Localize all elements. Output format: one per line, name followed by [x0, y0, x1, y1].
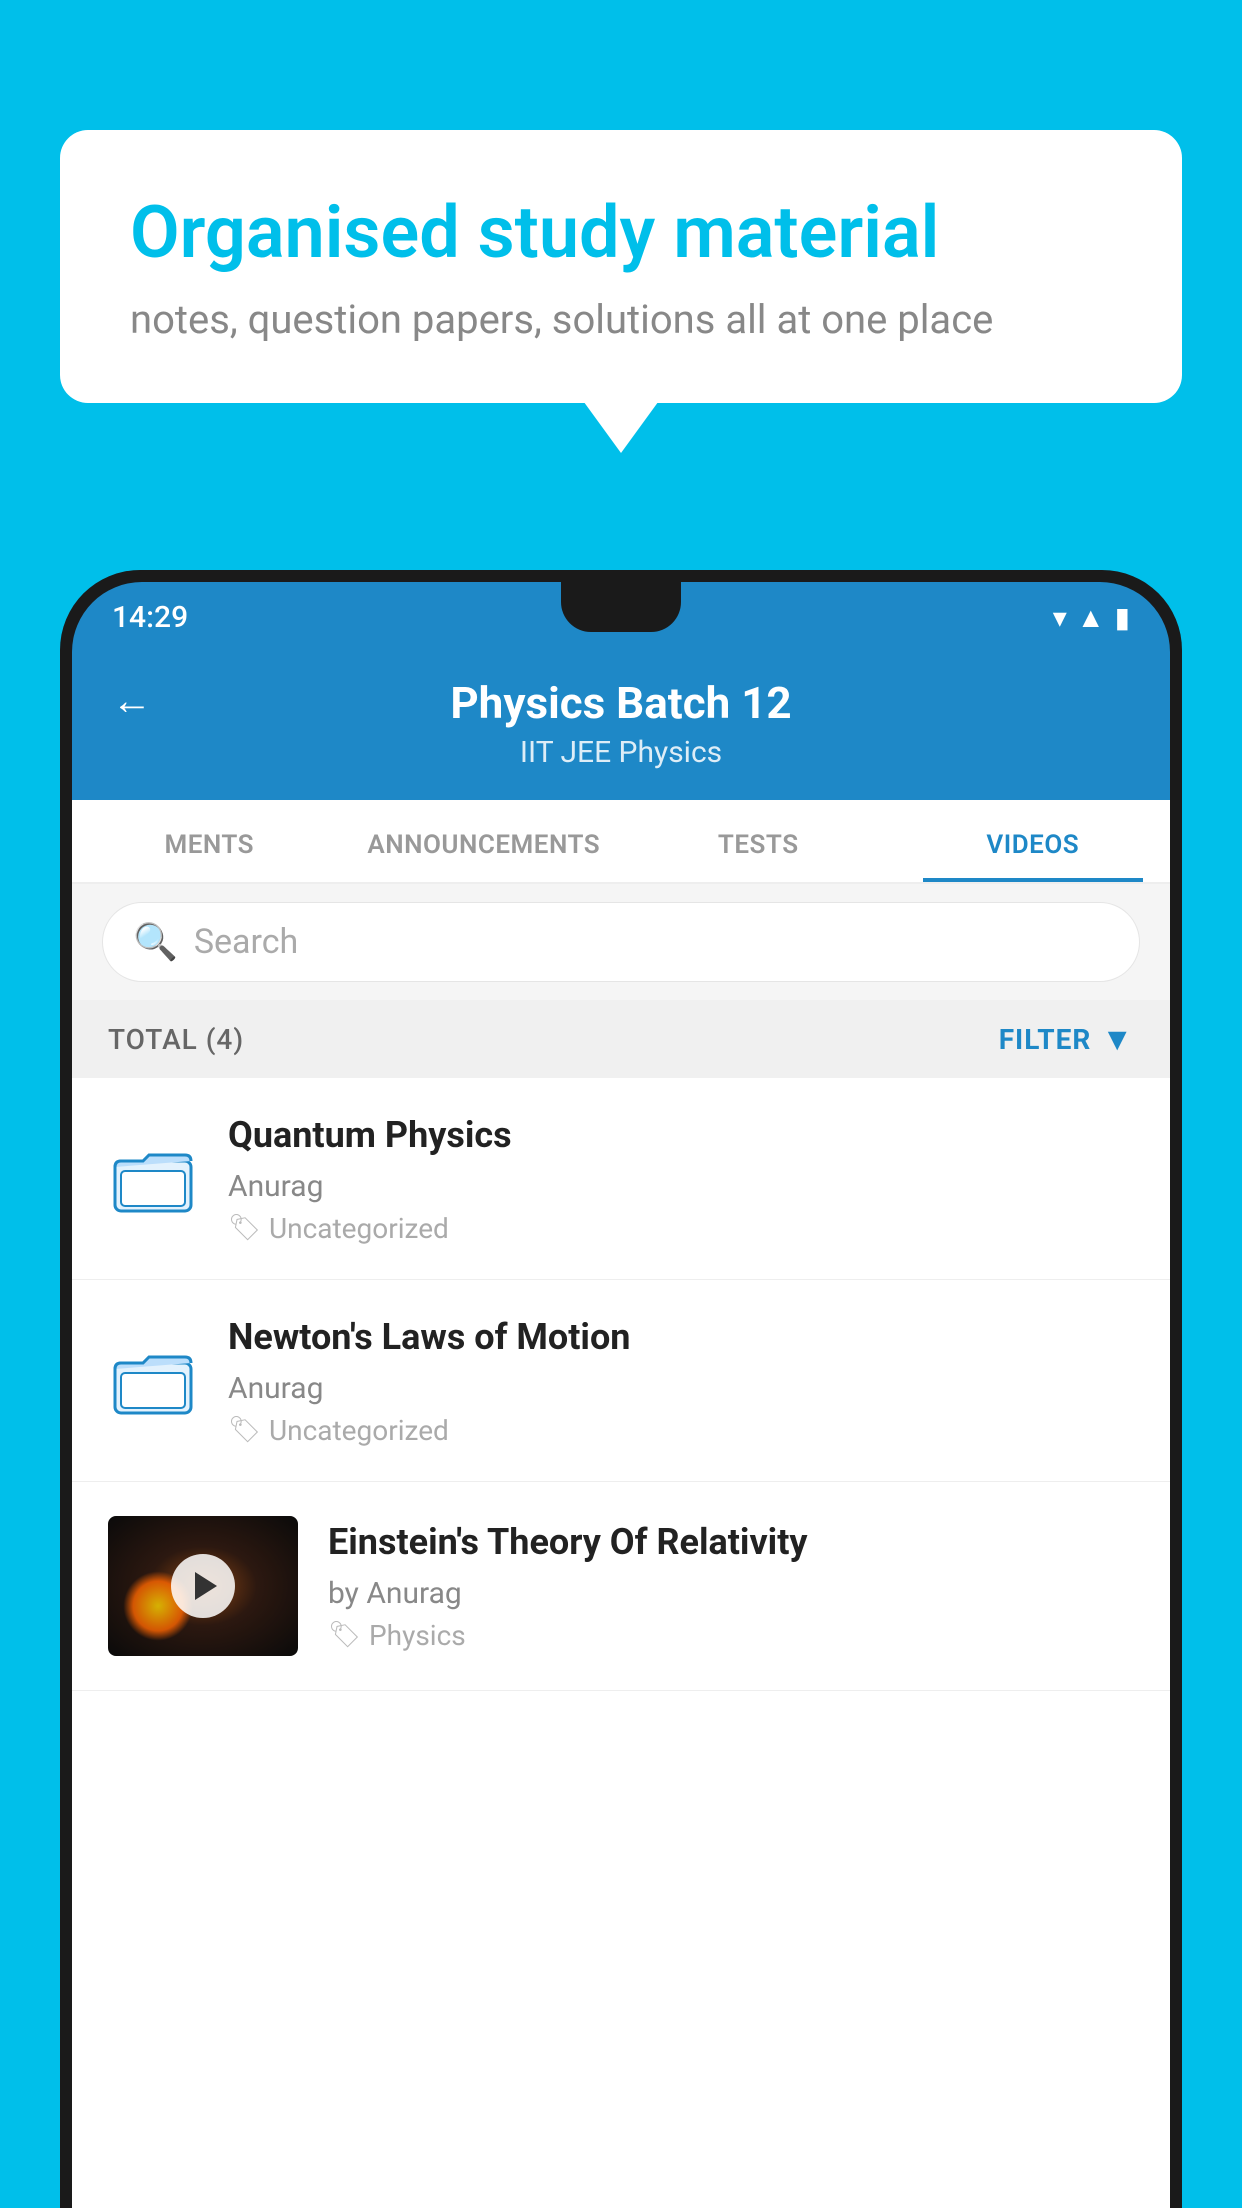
tab-tests[interactable]: TESTS [621, 800, 896, 882]
header-subtitle: IIT JEE Physics [520, 735, 722, 770]
play-button[interactable] [171, 1554, 235, 1618]
bubble-subtitle: notes, question papers, solutions all at… [130, 296, 1112, 343]
phone-frame: 14:29 ▾ ▲ ▮ ← Physics Batch 12 IIT JEE P… [60, 570, 1182, 2208]
speech-bubble-container: Organised study material notes, question… [60, 130, 1182, 403]
bubble-title: Organised study material [130, 190, 1112, 276]
filter-row: TOTAL (4) FILTER ▼ [72, 1000, 1170, 1078]
speech-bubble: Organised study material notes, question… [60, 130, 1182, 403]
wifi-icon: ▾ [1053, 601, 1067, 634]
tab-announcements[interactable]: ANNOUNCEMENTS [347, 800, 622, 882]
video-tag: 🏷 Uncategorized [228, 1212, 1134, 1245]
total-label: TOTAL (4) [108, 1023, 244, 1056]
notch [561, 582, 681, 632]
signal-icon: ▲ [1077, 601, 1105, 634]
video-title: Einstein's Theory Of Relativity [328, 1519, 1134, 1566]
tag-icon: 🏷 [228, 1415, 261, 1445]
header-title: Physics Batch 12 [450, 677, 791, 729]
search-input-wrap[interactable]: 🔍 Search [102, 902, 1140, 982]
search-bar: 🔍 Search [72, 884, 1170, 1000]
status-time: 14:29 [112, 600, 188, 635]
video-tag: 🏷 Uncategorized [228, 1414, 1134, 1447]
tab-videos[interactable]: VIDEOS [896, 800, 1171, 882]
tag-label: Uncategorized [269, 1212, 449, 1245]
tag-label: Uncategorized [269, 1414, 449, 1447]
phone-inner: 14:29 ▾ ▲ ▮ ← Physics Batch 12 IIT JEE P… [72, 582, 1170, 2208]
tag-icon: 🏷 [328, 1620, 361, 1650]
tag-label: Physics [369, 1619, 466, 1652]
screen-content: 🔍 Search TOTAL (4) FILTER ▼ [72, 884, 1170, 2208]
video-info: Einstein's Theory Of Relativity by Anura… [328, 1519, 1134, 1652]
play-triangle-icon [195, 1572, 217, 1600]
video-author: Anurag [228, 1371, 1134, 1406]
search-input[interactable]: Search [194, 922, 298, 962]
video-title: Quantum Physics [228, 1112, 1134, 1159]
folder-icon-wrap [108, 1345, 198, 1415]
video-list: Quantum Physics Anurag 🏷 Uncategorized [72, 1078, 1170, 1691]
folder-icon-wrap [108, 1143, 198, 1213]
tag-icon: 🏷 [228, 1213, 261, 1243]
folder-icon [113, 1143, 193, 1213]
video-thumbnail [108, 1516, 298, 1656]
filter-icon: ▼ [1101, 1020, 1134, 1058]
video-title: Newton's Laws of Motion [228, 1314, 1134, 1361]
filter-button[interactable]: FILTER ▼ [999, 1020, 1134, 1058]
video-author: Anurag [228, 1169, 1134, 1204]
tab-bar: MENTS ANNOUNCEMENTS TESTS VIDEOS [72, 800, 1170, 884]
video-author: by Anurag [328, 1576, 1134, 1611]
back-button[interactable]: ← [112, 677, 152, 724]
battery-icon: ▮ [1115, 601, 1130, 634]
video-tag: 🏷 Physics [328, 1619, 1134, 1652]
search-icon: 🔍 [133, 921, 178, 963]
app-header: ← Physics Batch 12 IIT JEE Physics [72, 652, 1170, 800]
list-item[interactable]: Einstein's Theory Of Relativity by Anura… [72, 1482, 1170, 1691]
filter-label: FILTER [999, 1023, 1092, 1056]
list-item[interactable]: Newton's Laws of Motion Anurag 🏷 Uncateg… [72, 1280, 1170, 1482]
video-info: Quantum Physics Anurag 🏷 Uncategorized [228, 1112, 1134, 1245]
status-bar: 14:29 ▾ ▲ ▮ [72, 582, 1170, 652]
tab-ments[interactable]: MENTS [72, 800, 347, 882]
status-icons: ▾ ▲ ▮ [1053, 601, 1130, 634]
folder-icon [113, 1345, 193, 1415]
list-item[interactable]: Quantum Physics Anurag 🏷 Uncategorized [72, 1078, 1170, 1280]
video-info: Newton's Laws of Motion Anurag 🏷 Uncateg… [228, 1314, 1134, 1447]
